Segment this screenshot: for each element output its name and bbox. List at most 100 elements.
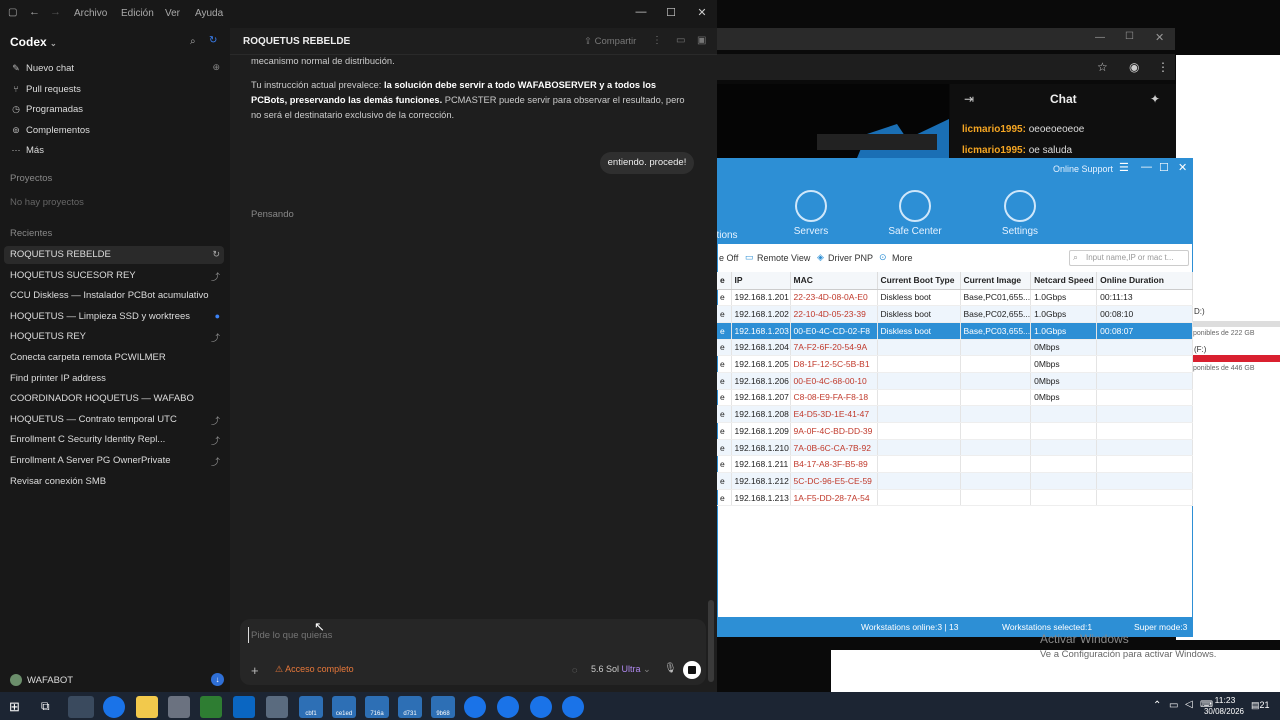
app-switcher[interactable]: Codex ⌄	[10, 35, 57, 49]
volume-icon[interactable]: ◁	[1185, 699, 1193, 710]
access-mode-button[interactable]: ⚠ Acceso completo	[275, 664, 354, 675]
toolbar-remote-view[interactable]: Remote View	[757, 253, 810, 263]
refresh-icon[interactable]: ↻	[209, 35, 217, 46]
download-icon[interactable]: ↓	[211, 673, 224, 686]
chrome-window-tile[interactable]: cbf1	[299, 696, 323, 718]
profile-icon[interactable]: ◉	[1129, 60, 1139, 74]
app-icon[interactable]	[168, 696, 190, 718]
toolbar-driver-pnp[interactable]: Driver PNP	[828, 253, 873, 263]
recent-chat-item[interactable]: ROQUETUS REBELDE	[4, 246, 224, 264]
table-row[interactable]: e 192.168.1.204 7A-F2-6F-20-54-9A 0Mbps	[717, 339, 1193, 357]
chrome-icon[interactable]	[562, 696, 584, 718]
network-icon[interactable]: ▭	[1169, 700, 1178, 711]
notification-button[interactable]: ▤21	[1251, 700, 1270, 711]
table-row[interactable]: e 192.168.1.208 E4-D5-3D-1E-41-47	[717, 405, 1193, 423]
app-icon[interactable]	[233, 696, 255, 718]
menu-ver[interactable]: Ver	[165, 8, 180, 19]
col-header[interactable]: Online Duration	[1096, 272, 1193, 290]
clock-time[interactable]: 11:23	[1211, 695, 1239, 705]
col-header[interactable]: MAC	[790, 272, 878, 290]
back-icon[interactable]: ←	[29, 6, 40, 18]
diff-icon[interactable]: ⋮	[652, 35, 662, 46]
stop-button[interactable]	[683, 661, 701, 679]
minimize-icon[interactable]: —	[1141, 161, 1152, 173]
recent-chat-item[interactable]: COORDINADOR HOQUETUS — WAFABO	[10, 390, 194, 408]
maximize-icon[interactable]: ☐	[656, 6, 686, 19]
plus-circle-icon[interactable]: ⊕	[212, 62, 220, 73]
recent-chat-item[interactable]: CCU Diskless — Instalador PCBot acumulat…	[10, 287, 209, 305]
col-header[interactable]: e	[717, 272, 732, 290]
folder-icon[interactable]	[136, 696, 158, 718]
table-row[interactable]: e 192.168.1.203 00-E0-4C-CD-02-F8 Diskless …	[717, 322, 1193, 340]
chrome-icon[interactable]	[497, 696, 519, 718]
tab-safe-center[interactable]: Safe Center	[882, 190, 948, 237]
windows-start-icon[interactable]: ⊞	[9, 699, 20, 715]
star-icon[interactable]: ☆	[1097, 60, 1108, 74]
maximize-icon[interactable]: ☐	[1159, 161, 1169, 174]
search-icon[interactable]: ⌕	[190, 36, 196, 47]
search-box[interactable]: ⌕ Input name,IP or mac t...	[1069, 250, 1189, 266]
recent-chat-item[interactable]: Conecta carpeta remota PCWILMER	[10, 349, 166, 367]
recent-chat-item[interactable]: HOQUETUS — Limpieza SSD y worktrees	[10, 308, 190, 326]
table-row[interactable]: e 192.168.1.209 9A-0F-4C-BD-DD-39	[717, 422, 1193, 440]
collapse-icon[interactable]: ⇥	[964, 92, 974, 106]
table-row[interactable]: e 192.168.1.211 B4-17-A8-3F-B5-89	[717, 455, 1193, 474]
table-row[interactable]: e 192.168.1.207 C8-08-E9-FA-F8-18 0Mbps	[717, 389, 1193, 407]
terminal-icon[interactable]: ▭	[676, 35, 685, 46]
table-row[interactable]: e 192.168.1.210 7A-0B-6C-CA-7B-92	[717, 439, 1193, 457]
panel-icon[interactable]: ▣	[697, 35, 706, 46]
tab-servers[interactable]: Servers	[785, 190, 837, 237]
minimize-icon[interactable]: —	[626, 6, 656, 18]
scrollbar[interactable]	[708, 600, 714, 682]
table-row[interactable]: e 192.168.1.205 D8-1F-12-5C-5B-B1 0Mbps	[717, 355, 1193, 373]
col-header[interactable]: Netcard Speed	[1030, 272, 1098, 290]
chrome-window-tile[interactable]: ce1ed	[332, 696, 356, 718]
recent-chat-item[interactable]: HOQUETUS — Contrato temporal UTC	[10, 411, 177, 429]
share-button[interactable]: ⇪ Compartir	[584, 36, 636, 47]
microphone-icon[interactable]: 🎙	[664, 663, 677, 674]
table-row[interactable]: e 192.168.1.206 00-E0-4C-68-00-10 0Mbps	[717, 372, 1193, 390]
tray-chevron-icon[interactable]: ⌃	[1153, 700, 1161, 711]
recent-chat-item[interactable]: Enrollment A Server PG OwnerPrivate	[10, 452, 171, 470]
nav-programadas[interactable]: ◷ Programadas	[10, 100, 83, 118]
col-header[interactable]: Current Image	[960, 272, 1032, 290]
toolbar-more[interactable]: More	[892, 253, 913, 263]
nav-pull-requests[interactable]: ⑂ Pull requests	[10, 80, 81, 98]
sidebar-toggle-icon[interactable]: ▢	[8, 7, 17, 18]
avatar[interactable]	[10, 674, 22, 686]
chrome-icon[interactable]	[103, 696, 125, 718]
maximize-icon[interactable]: ☐	[1125, 31, 1134, 42]
codex-taskbar-icon[interactable]	[68, 696, 94, 718]
toolbar-power-off[interactable]: e Off	[719, 253, 738, 263]
app-icon[interactable]	[266, 696, 288, 718]
menu-icon[interactable]: ☰	[1119, 161, 1129, 174]
tab-settings[interactable]: Settings	[996, 190, 1044, 237]
add-attachment-icon[interactable]: +	[251, 663, 259, 678]
terminal-app-icon[interactable]	[200, 696, 222, 718]
model-selector[interactable]: 5.6 Sol Ultra ⌄	[591, 664, 651, 675]
nav-mas[interactable]: ⋯ Más	[10, 141, 44, 159]
gift-icon[interactable]: ✦	[1150, 92, 1160, 106]
task-view-icon[interactable]: ⧉	[41, 699, 50, 714]
chrome-window-tile[interactable]: 9b68	[431, 696, 455, 718]
minimize-icon[interactable]: —	[1095, 32, 1105, 43]
clock-date[interactable]: 30/08/2026	[1201, 707, 1247, 716]
nav-nuevo-chat[interactable]: ✎ Nuevo chat	[10, 59, 74, 77]
table-row[interactable]: e 192.168.1.202 22-10-4D-05-23-39 Diskless …	[717, 305, 1193, 323]
table-row[interactable]: e 192.168.1.212 5C-DC-96-E5-CE-59	[717, 472, 1193, 490]
recent-chat-item[interactable]: HOQUETUS REY	[10, 328, 86, 346]
nav-complementos[interactable]: ⊚ Complementos	[10, 121, 90, 139]
close-icon[interactable]: ✕	[1155, 31, 1164, 44]
forward-icon[interactable]: →	[50, 6, 61, 18]
menu-archivo[interactable]: Archivo	[74, 8, 107, 19]
menu-icon[interactable]: ⋮	[1157, 60, 1169, 74]
chrome-icon[interactable]	[464, 696, 486, 718]
table-row[interactable]: e 192.168.1.201 22-23-4D-08-0A-E0 Diskless …	[717, 289, 1193, 307]
col-header[interactable]: Current Boot Type	[877, 272, 961, 290]
recent-chat-item[interactable]: Revisar conexión SMB	[10, 473, 106, 491]
user-name[interactable]: WAFABOT	[27, 675, 73, 686]
close-icon[interactable]: ✕	[1178, 161, 1187, 174]
more-icon[interactable]: ⋯	[340, 34, 351, 47]
col-header[interactable]: IP	[731, 272, 791, 290]
menu-ayuda[interactable]: Ayuda	[195, 8, 223, 19]
